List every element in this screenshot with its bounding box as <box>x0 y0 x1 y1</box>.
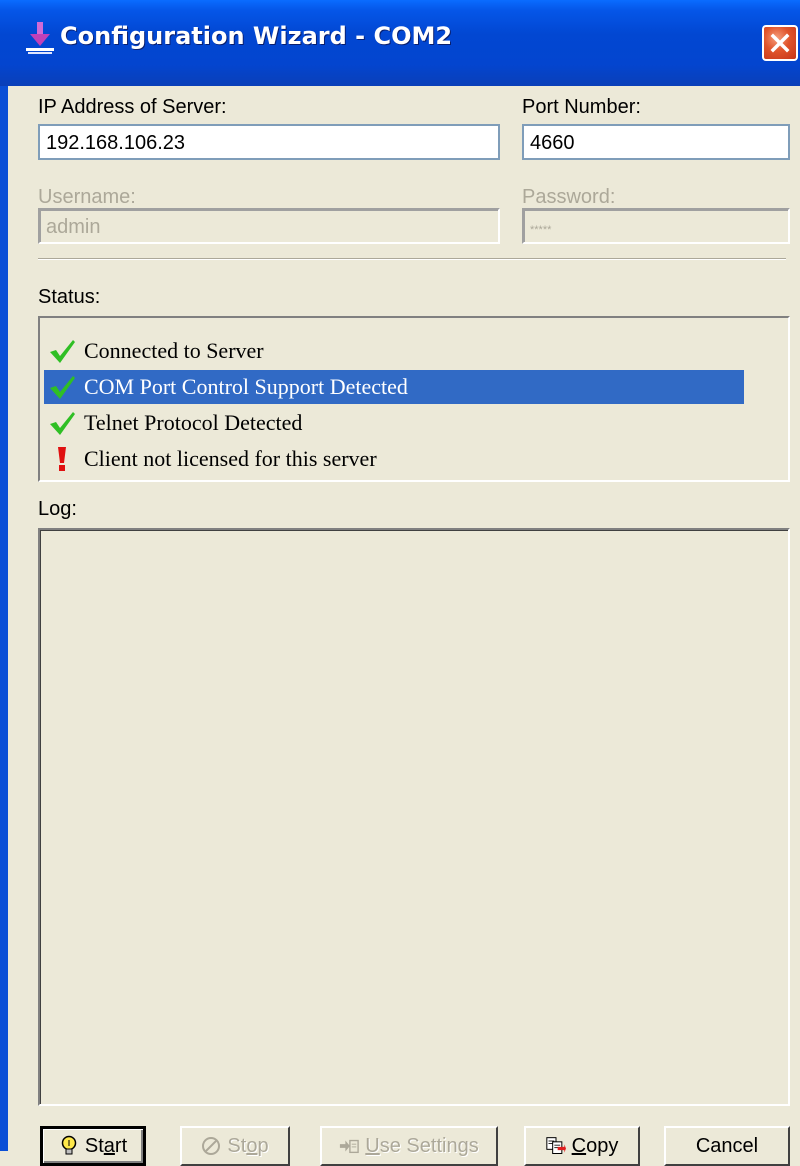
ip-address-label: IP Address of Server: <box>38 96 227 118</box>
copy-icon <box>545 1135 566 1157</box>
log-area[interactable] <box>38 528 790 1106</box>
apply-settings-icon <box>339 1135 360 1157</box>
status-item-text: Client not licensed for this server <box>84 446 377 471</box>
check-icon <box>44 334 80 368</box>
status-label: Status: <box>38 286 101 308</box>
port-number-label: Port Number: <box>522 96 641 118</box>
username-label: Username: <box>38 186 136 208</box>
use-settings-button-label: Use Settings <box>365 1134 479 1157</box>
title-bar[interactable]: Configuration Wizard - COM2 <box>0 0 800 86</box>
status-item-text: Telnet Protocol Detected <box>84 410 303 435</box>
status-item[interactable]: Client not licensed for this server <box>44 442 744 476</box>
close-button[interactable] <box>762 25 798 61</box>
close-icon <box>770 33 790 53</box>
configuration-wizard-window: Configuration Wizard - COM2 IP Address o… <box>0 0 800 1166</box>
status-item-text: COM Port Control Support Detected <box>84 374 408 399</box>
port-number-input[interactable]: 4660 <box>522 124 790 160</box>
status-item[interactable]: Telnet Protocol Detected <box>44 406 744 440</box>
copy-button[interactable]: Copy <box>524 1126 640 1166</box>
status-list[interactable]: Connected to Server COM Port Control Sup… <box>38 316 790 482</box>
separator <box>38 258 786 260</box>
status-item-selected[interactable]: COM Port Control Support Detected <box>44 370 744 404</box>
password-input: ***** <box>522 208 790 244</box>
serial-port-icon <box>26 22 54 54</box>
password-label: Password: <box>522 186 616 208</box>
start-button-label: Start <box>84 1134 128 1157</box>
copy-button-label: Copy <box>571 1134 619 1157</box>
stop-icon <box>201 1135 221 1157</box>
ip-address-input[interactable]: 192.168.106.23 <box>38 124 500 160</box>
password-mask: ***** <box>530 224 552 236</box>
window-title: Configuration Wizard - COM2 <box>60 22 453 50</box>
dialog-body: IP Address of Server: 192.168.106.23 Por… <box>8 86 800 1166</box>
use-settings-button[interactable]: Use Settings <box>320 1126 498 1166</box>
start-button[interactable]: Start <box>40 1126 146 1166</box>
username-input: admin <box>38 208 500 244</box>
status-item[interactable]: Connected to Server <box>44 334 744 368</box>
log-label: Log: <box>38 498 77 520</box>
lightbulb-icon <box>59 1135 79 1157</box>
status-item-text: Connected to Server <box>84 338 264 363</box>
cancel-button[interactable]: Cancel <box>664 1126 790 1166</box>
exclamation-icon <box>44 442 80 476</box>
stop-button-label: Stop <box>227 1134 269 1157</box>
check-icon <box>44 370 80 404</box>
check-icon <box>44 406 80 440</box>
stop-button[interactable]: Stop <box>180 1126 290 1166</box>
